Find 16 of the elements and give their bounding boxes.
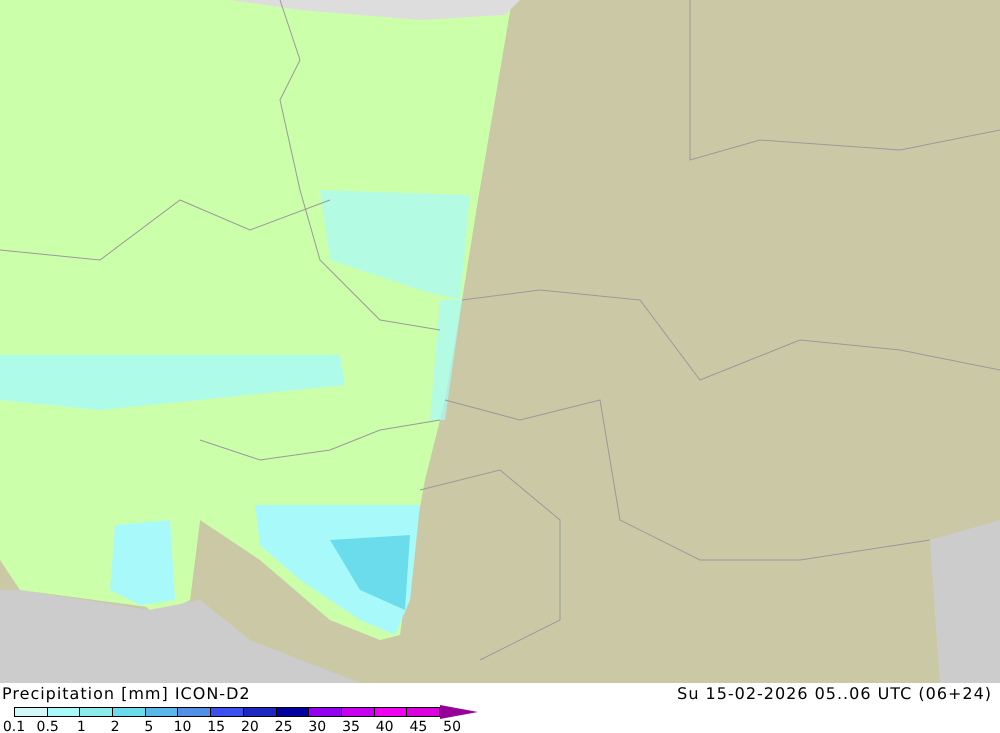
valid-time: Su 15-02-2026 05..06 UTC (06+24): [677, 683, 993, 705]
legend-tick-label: 50: [443, 719, 461, 733]
legend-tick-label: 15: [207, 719, 226, 733]
legend-tick-label: 30: [308, 719, 326, 733]
legend-tick-label: 40: [376, 719, 394, 733]
legend-tick-label: 5: [144, 719, 154, 733]
legend-tick-label: 0.1: [2, 719, 26, 733]
legend-tick-label: 0.5: [36, 719, 59, 733]
legend-tick-label: 45: [409, 719, 428, 733]
legend-tick-label: 2: [110, 719, 120, 733]
legend-tick-label: 25: [274, 719, 292, 733]
legend-tick-label: 35: [342, 719, 360, 733]
legend-tick-label: 20: [240, 719, 259, 733]
legend-tick-label: 1: [76, 719, 86, 733]
legend-tick-label: 10: [174, 719, 192, 733]
map-title: Precipitation [mm] ICON-D2: [2, 684, 251, 703]
